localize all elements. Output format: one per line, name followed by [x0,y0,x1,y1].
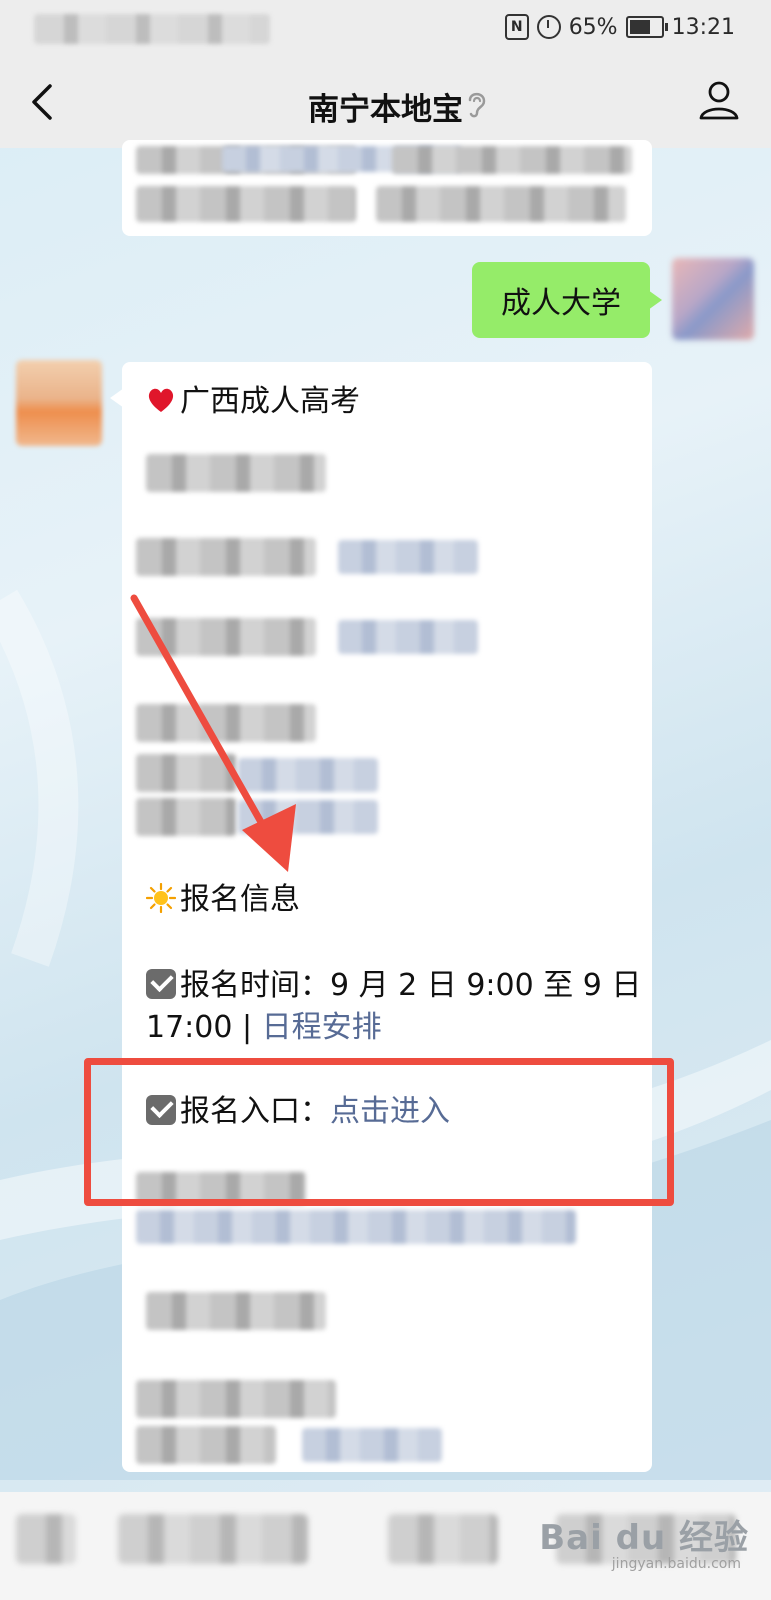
voice-button-blurred[interactable] [16,1514,76,1564]
blurred-line [136,1426,276,1464]
section-title: 报名信息 [146,874,300,918]
registration-time: 报名时间：9 月 2 日 9:00 至 9 日 [146,960,641,1004]
blurred-text [376,186,626,222]
status-bar: N 65% 13:21 [0,0,771,56]
heart-icon [148,388,174,412]
annotation-arrow [130,594,296,872]
nfc-icon: N [504,14,529,40]
status-indicators: N 65% 13:21 [504,14,735,40]
status-notifications-blurred [34,14,270,44]
previous-message-bubble [122,140,652,236]
blurred-link [302,1428,442,1462]
time-label: 报名时间： [180,968,330,1003]
blurred-text [136,186,356,222]
blurred-text [392,146,632,174]
sent-message-bubble[interactable]: 成人大学 [472,262,662,338]
alarm-icon [536,15,561,39]
sun-icon [146,883,176,913]
highlight-box [84,1058,674,1206]
blurred-link [136,1210,576,1244]
heading-text: 广西成人高考 [180,384,360,419]
blurred-line [146,1292,326,1330]
checkbox-icon [146,969,176,999]
profile-icon[interactable] [697,78,741,122]
received-message-bubble[interactable]: 广西成人高考 报名信息 报名时间：9 月 2 日 9:00 至 9 日 17:0… [110,362,652,1472]
chat-header: 南宁本地宝 [0,56,771,148]
clock: 13:21 [671,14,735,40]
battery-icon [625,16,668,38]
ear-icon [468,92,486,118]
menu-item-blurred[interactable] [118,1514,308,1564]
contact-avatar[interactable] [16,360,102,446]
menu-item-blurred[interactable] [388,1514,498,1564]
section-title-text: 报名信息 [180,882,300,917]
blurred-link [338,540,478,574]
chat-title: 南宁本地宝 [308,92,463,128]
time-value: 9 月 2 日 9:00 至 9 日 [330,968,642,1003]
battery-percent: 65% [568,14,618,40]
my-avatar[interactable] [672,258,754,340]
sent-message-text: 成人大学 [501,286,621,321]
registration-time-cont: 17:00 | 日程安排 [146,1002,382,1046]
blurred-line [136,538,316,576]
time-value-end: 17:00 | [146,1010,262,1045]
blurred-line [146,454,326,492]
schedule-link[interactable]: 日程安排 [262,1010,382,1045]
message-heading: 广西成人高考 [146,376,360,420]
watermark: Bai du 经验 [539,1518,749,1558]
blurred-line [136,1380,336,1418]
blurred-link [338,620,478,654]
watermark-url: jingyan.baidu.com [611,1556,741,1572]
